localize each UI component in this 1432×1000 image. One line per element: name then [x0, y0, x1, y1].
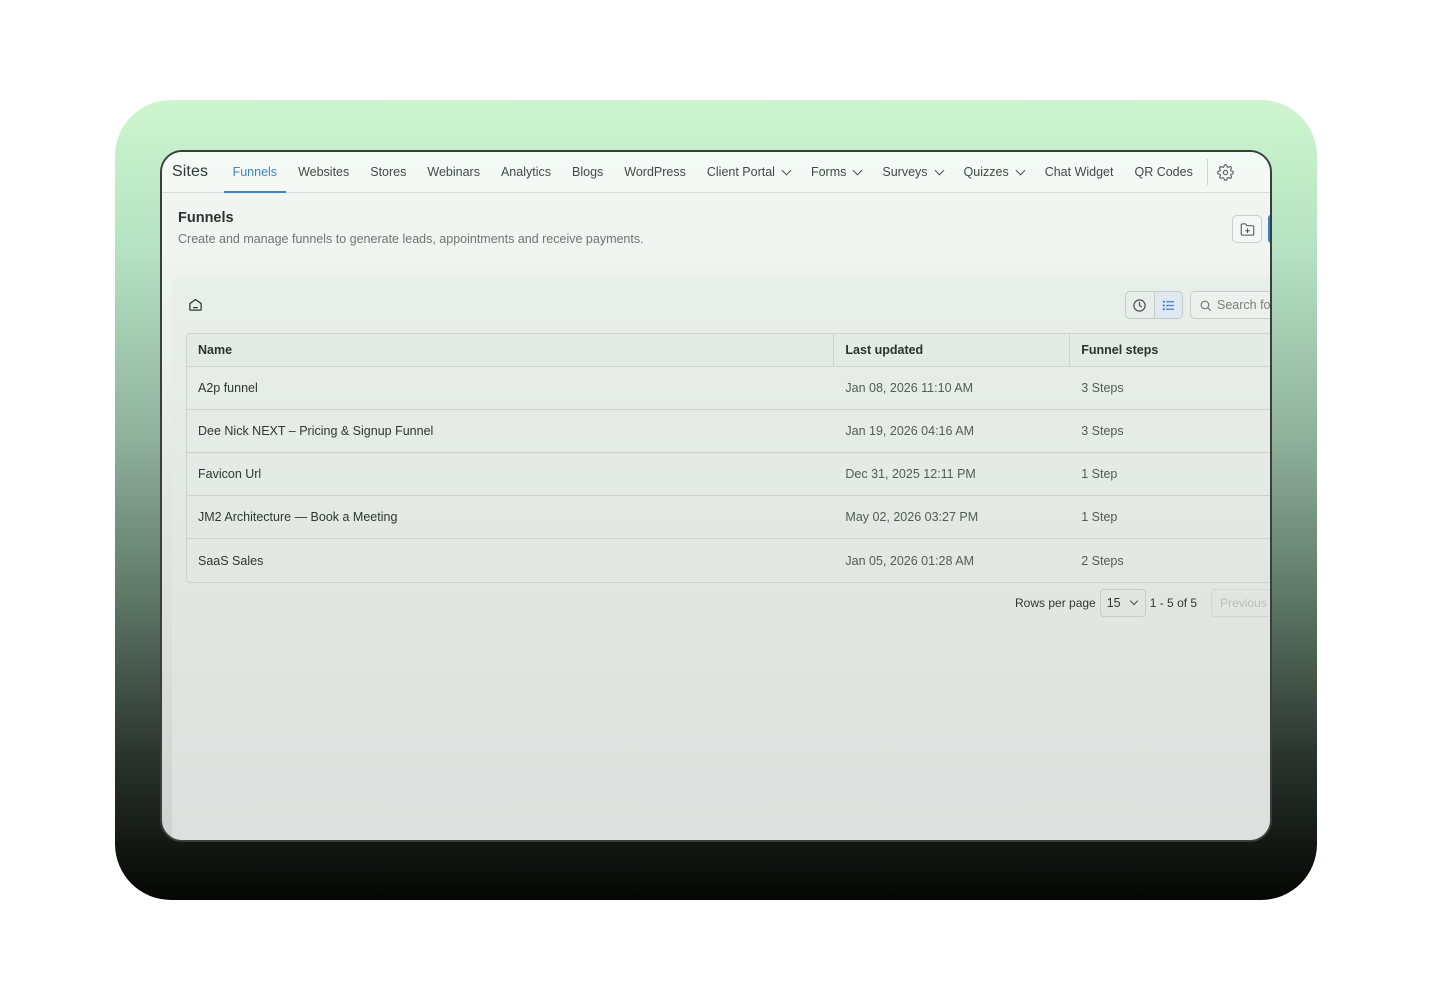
- nav-tab-chat-widget[interactable]: Chat Widget: [1034, 152, 1124, 192]
- page-subtitle: Create and manage funnels to generate le…: [178, 232, 644, 246]
- nav-tab-label: Websites: [298, 165, 350, 179]
- nav-tab-quizzes[interactable]: Quizzes: [953, 152, 1034, 192]
- folder-plus-icon: [1240, 222, 1254, 236]
- nav-tab-websites[interactable]: Websites: [288, 152, 360, 192]
- funnels-card: Name Last updated Funnel steps A2p funne…: [172, 277, 1270, 840]
- search-field: [1190, 291, 1270, 319]
- nav-divider: [1207, 159, 1209, 185]
- column-header-funnel-steps[interactable]: Funnel steps: [1070, 334, 1270, 366]
- funnel-name[interactable]: Dee Nick NEXT – Pricing & Signup Funnel: [187, 410, 834, 452]
- clock-icon: [1133, 298, 1146, 312]
- home-icon: [189, 298, 202, 311]
- funnel-steps: 1 Step: [1081, 510, 1118, 524]
- nav-tab-funnels[interactable]: Funnels: [222, 152, 287, 193]
- table-header-row: Name Last updated Funnel steps: [187, 334, 1270, 367]
- previous-page-button[interactable]: Previous: [1211, 589, 1270, 617]
- table-row[interactable]: JM2 Architecture — Book a Meeting May 02…: [187, 496, 1270, 539]
- funnel-name[interactable]: JM2 Architecture — Book a Meeting: [187, 496, 834, 538]
- chevron-down-icon: [934, 165, 944, 175]
- nav-tab-label: Client Portal: [706, 165, 775, 179]
- nav-tab-stores[interactable]: Stores: [360, 152, 417, 192]
- nav-tab-qr-codes[interactable]: QR Codes: [1124, 152, 1203, 192]
- funnel-steps: 3 Steps: [1081, 424, 1124, 438]
- nav-tab-webinars[interactable]: Webinars: [417, 152, 491, 192]
- list-view-button[interactable]: [1153, 292, 1182, 318]
- primary-action-button[interactable]: [1268, 215, 1270, 243]
- table-row[interactable]: SaaS Sales Jan 05, 2026 01:28 AM 2 Steps: [187, 539, 1270, 582]
- new-folder-button[interactable]: [1232, 215, 1262, 243]
- funnel-last-updated: Jan 05, 2026 01:28 AM: [845, 553, 974, 568]
- funnel-last-updated: Jan 19, 2026 04:16 AM: [845, 424, 974, 438]
- nav-tab-label: Analytics: [500, 165, 551, 179]
- page-header: Funnels Create and manage funnels to gen…: [162, 193, 1270, 263]
- rows-per-page-label: Rows per page: [1015, 596, 1096, 610]
- chevron-down-icon: [781, 165, 792, 175]
- table-row[interactable]: Dee Nick NEXT – Pricing & Signup Funnel …: [187, 410, 1270, 453]
- nav-tab-label: Webinars: [427, 165, 480, 179]
- funnel-last-updated: May 02, 2026 03:27 PM: [845, 510, 979, 524]
- nav-tab-label: Funnels: [232, 165, 278, 179]
- funnel-steps: 1 Step: [1081, 467, 1118, 481]
- pagination: Rows per page 15 1 - 5 of 5 Previous: [1015, 589, 1270, 617]
- table-row[interactable]: A2p funnel Jan 08, 2026 11:10 AM 3 Steps: [187, 367, 1270, 410]
- rows-per-page-value: 15: [1106, 596, 1121, 610]
- brand-title: Sites: [172, 163, 209, 180]
- app-window: Sites Funnels Websites Stores Webinars A…: [160, 150, 1272, 842]
- nav-tab-client-portal[interactable]: Client Portal: [696, 152, 800, 192]
- funnel-last-updated: Jan 08, 2026 11:10 AM: [845, 381, 974, 395]
- settings-button[interactable]: [1216, 163, 1234, 181]
- nav-tab-label: WordPress: [624, 165, 686, 179]
- table-row[interactable]: Favicon Url Dec 31, 2025 12:11 PM 1 Step: [187, 453, 1270, 496]
- nav-tab-analytics[interactable]: Analytics: [490, 152, 561, 192]
- gradient-backdrop: Sites Funnels Websites Stores Webinars A…: [115, 100, 1317, 900]
- list-icon: [1162, 300, 1174, 310]
- nav-tab-label: Stores: [370, 165, 407, 179]
- view-toggle: [1125, 291, 1183, 319]
- chevron-down-icon: [1015, 165, 1026, 175]
- nav-tab-label: Quizzes: [963, 165, 1009, 179]
- chevron-down-icon: [1129, 596, 1138, 606]
- nav-tab-wordpress[interactable]: WordPress: [614, 152, 697, 192]
- search-input[interactable]: [1217, 298, 1270, 312]
- funnel-last-updated: Dec 31, 2025 12:11 PM: [845, 467, 976, 481]
- search-icon: [1200, 300, 1211, 311]
- pagination-range: 1 - 5 of 5: [1149, 596, 1198, 610]
- chevron-down-icon: [852, 165, 863, 175]
- funnel-steps: 3 Steps: [1081, 381, 1124, 395]
- previous-page-label: Previous: [1220, 596, 1267, 610]
- column-header-last-updated[interactable]: Last updated: [834, 334, 1071, 366]
- funnel-name[interactable]: A2p funnel: [187, 367, 834, 409]
- funnel-steps: 2 Steps: [1081, 553, 1124, 568]
- funnel-name[interactable]: SaaS Sales: [187, 539, 834, 582]
- nav-tab-blogs[interactable]: Blogs: [562, 152, 614, 192]
- funnels-table: Name Last updated Funnel steps A2p funne…: [186, 333, 1270, 583]
- nav-tab-forms[interactable]: Forms: [800, 152, 871, 192]
- funnel-name[interactable]: Favicon Url: [187, 453, 834, 495]
- nav-tab-surveys[interactable]: Surveys: [872, 152, 953, 192]
- nav-tab-label: Surveys: [882, 165, 928, 179]
- nav-tab-label: Blogs: [572, 165, 604, 179]
- home-breadcrumb[interactable]: [188, 297, 204, 313]
- rows-per-page-select[interactable]: 15: [1099, 589, 1146, 617]
- nav-tab-label: Forms: [810, 165, 847, 179]
- nav-tab-label: Chat Widget: [1044, 165, 1114, 179]
- page-title: Funnels: [178, 210, 234, 226]
- column-header-name[interactable]: Name: [187, 334, 835, 366]
- gear-icon: [1217, 163, 1234, 181]
- recent-view-button[interactable]: [1126, 292, 1154, 318]
- nav-tab-label: QR Codes: [1134, 165, 1193, 179]
- top-nav: Sites Funnels Websites Stores Webinars A…: [162, 152, 1270, 193]
